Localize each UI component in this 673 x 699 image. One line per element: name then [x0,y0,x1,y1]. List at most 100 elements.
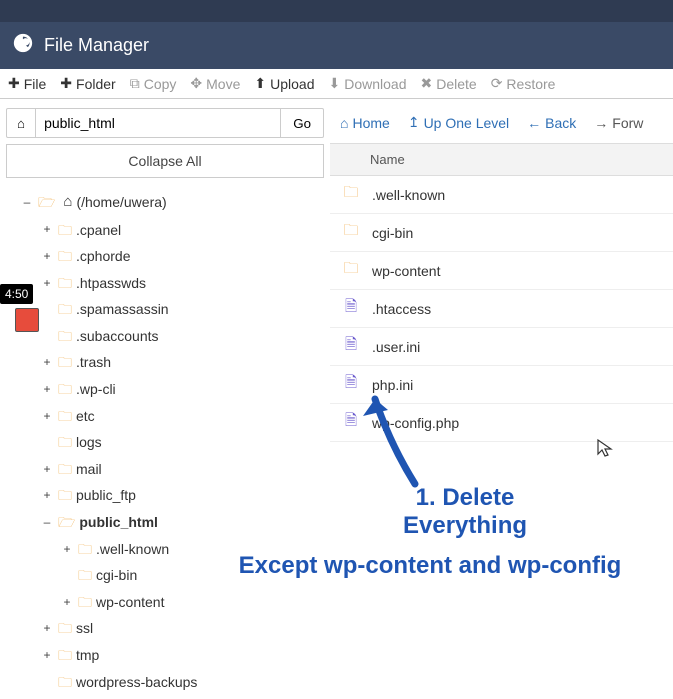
tree-node[interactable]: +🗀ssl [6,615,324,642]
toolbar: ✚File ✚Folder ⧉Copy ✥Move ⬆Upload ⬇Downl… [0,69,673,99]
expand-toggle[interactable]: + [60,591,74,614]
restore-button[interactable]: ⟳Restore [491,75,556,92]
tree-node-label: wp-content [96,589,164,616]
tree-node[interactable]: +🗀public_ftp [6,482,324,509]
nav-back-button[interactable]: ←Back [527,115,576,131]
tree-node-label: logs [76,429,102,456]
expand-toggle[interactable]: + [40,644,54,667]
expand-toggle[interactable]: – [40,511,54,534]
folder-open-icon: 🗁 [38,189,55,216]
folder-icon: 🗀 [78,562,92,589]
nav-home-button[interactable]: ⌂Home [340,115,390,131]
tree-node[interactable]: –🗁public_html [6,509,324,536]
tree-node[interactable]: +🗀.htpasswds [6,270,324,297]
tree-node[interactable]: +🗀.trash [6,349,324,376]
expand-toggle[interactable]: + [60,538,74,561]
tree-node[interactable]: +🗀.wp-cli [6,376,324,403]
tree-node[interactable]: +🗀.cpanel [6,217,324,244]
tree-node[interactable]: +🗀wordpress-backups [6,669,324,696]
tree-node-label: .well-known [96,536,169,563]
breadcrumb-nav: ⌂Home ↥Up One Level ←Back →Forw [330,108,673,137]
file-row[interactable]: 🗀wp-content [330,252,673,290]
file-list: 🗀.well-known🗀cgi-bin🗀wp-content 🗎 .htacces… [330,176,673,442]
tree-node-label: .trash [76,349,111,376]
file-row[interactable]: 🗎 .htaccess [330,290,673,328]
upload-button[interactable]: ⬆Upload [254,75,314,92]
download-button[interactable]: ⬇Download [328,75,406,92]
file-row[interactable]: 🗎.user.ini [330,328,673,366]
tree-node[interactable]: +🗀.subaccounts [6,323,324,350]
copy-button[interactable]: ⧉Copy [130,75,177,92]
expand-toggle[interactable]: + [40,617,54,640]
new-folder-button[interactable]: ✚Folder [60,75,115,92]
file-name: wp-config.php [372,415,459,431]
tree-node-label: .subaccounts [76,323,159,350]
move-button[interactable]: ✥Move [190,75,240,92]
tree-node-label: .cpanel [76,217,121,244]
tree-node[interactable]: +🗀logs [6,429,324,456]
nav-forward-button[interactable]: →Forw [594,115,643,131]
expand-toggle[interactable]: + [40,351,54,374]
folder-icon: 🗀 [78,589,92,616]
file-row[interactable]: 🗎 php.ini [330,366,673,404]
folder-icon: 🗀 [58,323,72,350]
tree-node[interactable]: +🗀.cphorde [6,243,324,270]
new-file-button[interactable]: ✚File [8,75,46,92]
expand-toggle[interactable]: + [40,378,54,401]
tree-node-label: mail [76,456,102,483]
tree-node[interactable]: +🗀wp-content [6,589,324,616]
plus-icon: ✚ [8,75,20,92]
folder-open-icon: 🗁 [58,509,75,536]
expand-toggle[interactable]: – [20,191,34,214]
tree-node[interactable]: +🗀etc [6,403,324,430]
copy-icon: ⧉ [130,75,140,92]
folder-icon: 🗀 [58,403,72,430]
restore-icon: ⟳ [491,75,503,92]
cpanel-logo [12,32,34,59]
tree-node[interactable]: +🗀mail [6,456,324,483]
expand-toggle[interactable]: + [40,405,54,428]
tree-node-label: ssl [76,615,93,642]
expand-toggle[interactable]: + [40,484,54,507]
file-row[interactable]: 🗎 wp-config.php [330,404,673,442]
tree-node-label: tmp [76,642,99,669]
tree-root[interactable]: – 🗁 ⌂ (/home/uwera) [6,188,324,217]
tree-node[interactable]: +🗀cgi-bin [6,562,324,589]
left-arrow-icon: ← [527,115,541,131]
file-name: cgi-bin [372,225,413,241]
collapse-all-button[interactable]: Collapse All [6,144,324,178]
tree-node-label: .wp-cli [76,376,116,403]
go-button[interactable]: Go [281,108,324,138]
expand-toggle[interactable]: + [40,245,54,268]
file-name: .htaccess [372,301,431,317]
plus-icon: ✚ [60,75,72,92]
left-panel: ⌂ Go Collapse All – 🗁 ⌂ (/home/uwera) +🗀… [0,102,330,613]
tree-node[interactable]: +🗀.well-known [6,536,324,563]
list-header-name[interactable]: Name [330,143,673,176]
file-icon: 🗎 [342,410,360,435]
expand-toggle[interactable]: + [40,458,54,481]
file-row[interactable]: 🗀.well-known [330,176,673,214]
os-topbar [0,0,673,22]
tree-node[interactable]: +🗀tmp [6,642,324,669]
go-home-button[interactable]: ⌂ [6,108,36,138]
delete-button[interactable]: ✖Delete [420,75,476,92]
expand-toggle[interactable]: + [40,272,54,295]
nav-up-button[interactable]: ↥Up One Level [408,114,509,131]
expand-toggle[interactable]: + [40,218,54,241]
app-header: File Manager [0,22,673,69]
right-arrow-icon: → [594,115,608,131]
delete-icon: ✖ [420,75,432,92]
file-icon: 🗎 [342,372,360,397]
tree-node-label: cgi-bin [96,562,137,589]
folder-icon: 🗀 [58,296,72,323]
folder-icon: 🗀 [58,349,72,376]
move-icon: ✥ [190,75,202,92]
tree-node[interactable]: +🗀.spamassassin [6,296,324,323]
file-name: php.ini [372,377,413,393]
file-icon: 🗎 [342,296,360,321]
file-row[interactable]: 🗀cgi-bin [330,214,673,252]
home-icon: ⌂ [63,188,72,217]
path-input[interactable] [36,108,281,138]
tree-node-label: wordpress-backups [76,669,197,696]
